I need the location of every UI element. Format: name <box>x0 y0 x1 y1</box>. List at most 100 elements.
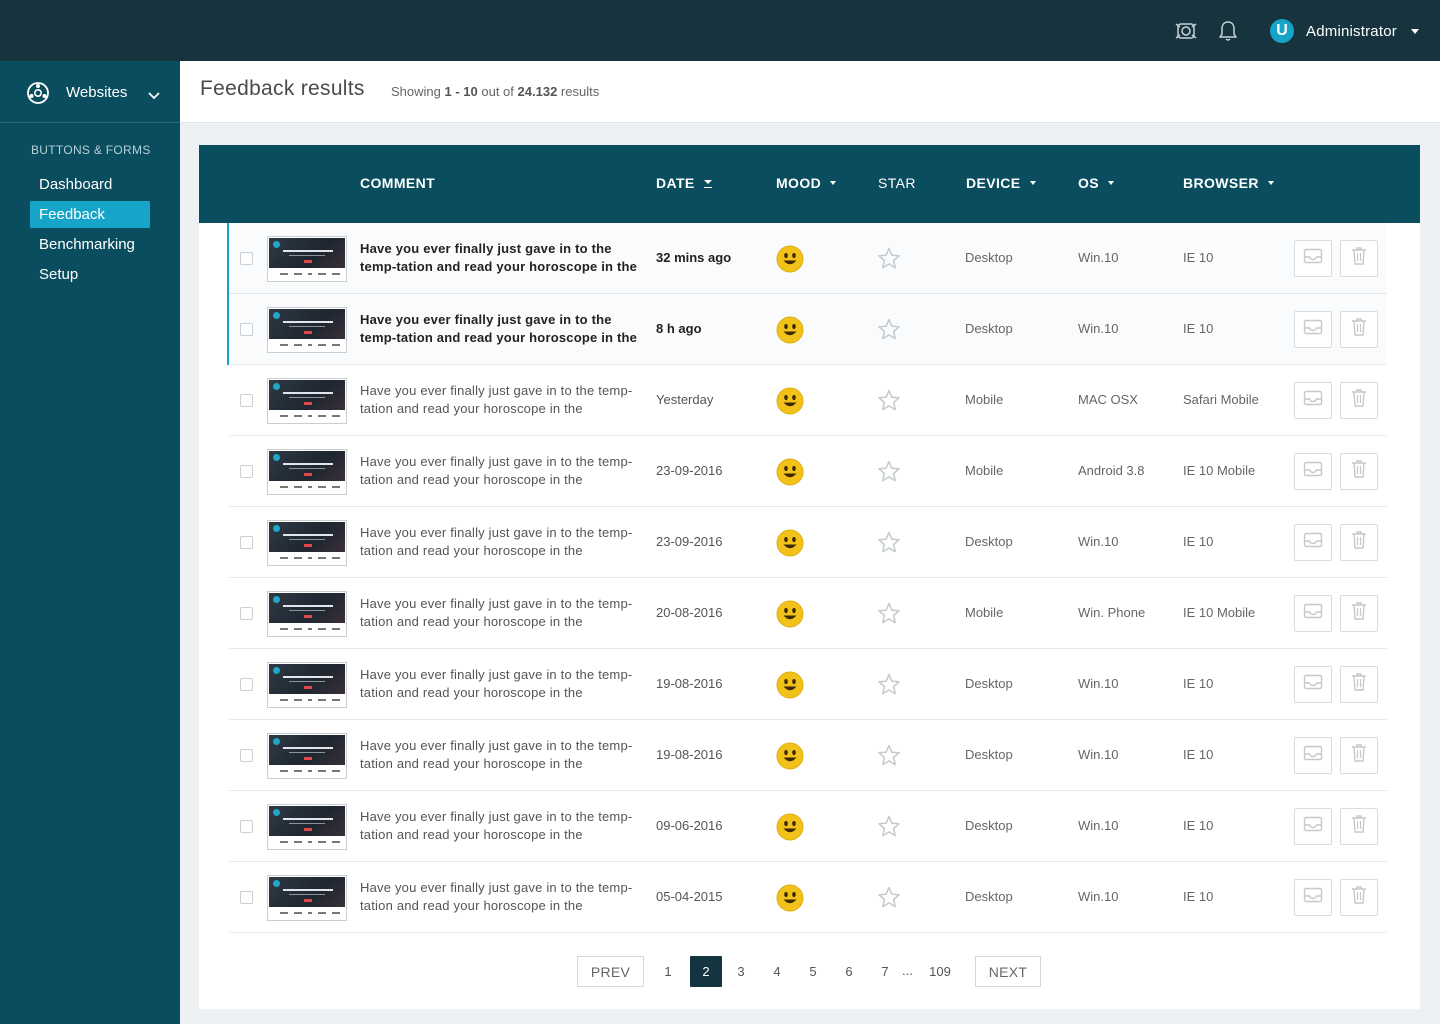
column-comment[interactable]: COMMENT <box>360 175 435 191</box>
screenshot-thumbnail[interactable] <box>267 307 347 353</box>
user-menu[interactable]: U Administrator <box>1270 18 1419 44</box>
row-date: 23-09-2016 <box>656 534 723 549</box>
page-7[interactable]: 7 <box>869 956 901 987</box>
delete-button[interactable] <box>1340 240 1378 277</box>
support-icon[interactable] <box>1175 20 1197 42</box>
page-2[interactable]: 2 <box>690 956 722 987</box>
feedback-rows: Have you ever finally just gave in to th… <box>227 223 1387 933</box>
star-icon[interactable] <box>877 531 901 559</box>
sidebar-item-feedback[interactable]: Feedback <box>30 201 150 228</box>
prev-button[interactable]: PREV <box>577 956 644 987</box>
archive-button[interactable] <box>1294 382 1332 419</box>
row-os: Win.10 <box>1078 818 1119 833</box>
star-icon[interactable] <box>877 460 901 488</box>
star-icon[interactable] <box>877 815 901 843</box>
screenshot-thumbnail[interactable] <box>267 662 347 708</box>
row-checkbox[interactable] <box>240 536 253 549</box>
star-icon[interactable] <box>877 744 901 772</box>
smiley-mood-icon <box>776 742 804 775</box>
delete-button[interactable] <box>1340 311 1378 348</box>
screenshot-thumbnail[interactable] <box>267 875 347 921</box>
row-checkbox[interactable] <box>240 323 253 336</box>
next-button[interactable]: NEXT <box>975 956 1041 987</box>
table-row[interactable]: Have you ever finally just gave in to th… <box>229 649 1387 720</box>
smiley-mood-icon <box>776 316 804 349</box>
row-checkbox[interactable] <box>240 891 253 904</box>
row-checkbox[interactable] <box>240 820 253 833</box>
row-device: Mobile <box>965 605 1004 620</box>
table-row[interactable]: Have you ever finally just gave in to th… <box>229 578 1387 649</box>
star-icon[interactable] <box>877 318 901 346</box>
screenshot-thumbnail[interactable] <box>267 733 347 779</box>
star-icon[interactable] <box>877 602 901 630</box>
table-row[interactable]: Have you ever finally just gave in to th… <box>229 862 1387 933</box>
star-icon[interactable] <box>877 247 901 275</box>
column-device[interactable]: DEVICE <box>966 175 1036 191</box>
row-checkbox[interactable] <box>240 607 253 620</box>
row-browser: Safari Mobile <box>1183 392 1259 407</box>
archive-button[interactable] <box>1294 737 1332 774</box>
table-row[interactable]: Have you ever finally just gave in to th… <box>227 294 1387 365</box>
column-os[interactable]: OS <box>1078 175 1115 191</box>
table-row[interactable]: Have you ever finally just gave in to th… <box>229 436 1387 507</box>
archive-button[interactable] <box>1294 453 1332 490</box>
page-last[interactable]: 109 <box>923 956 957 987</box>
trash-icon <box>1351 885 1367 910</box>
smiley-mood-icon <box>776 387 804 420</box>
bell-icon[interactable] <box>1217 20 1239 42</box>
archive-button[interactable] <box>1294 595 1332 632</box>
table-row[interactable]: Have you ever finally just gave in to th… <box>227 223 1387 294</box>
archive-button[interactable] <box>1294 808 1332 845</box>
delete-button[interactable] <box>1340 666 1378 703</box>
page-1[interactable]: 1 <box>652 956 684 987</box>
row-checkbox[interactable] <box>240 394 253 407</box>
screenshot-thumbnail[interactable] <box>267 591 347 637</box>
delete-button[interactable] <box>1340 879 1378 916</box>
page-4[interactable]: 4 <box>761 956 793 987</box>
delete-button[interactable] <box>1340 382 1378 419</box>
delete-button[interactable] <box>1340 524 1378 561</box>
row-comment: Have you ever finally just gave in to th… <box>360 383 633 416</box>
table-row[interactable]: Have you ever finally just gave in to th… <box>229 507 1387 578</box>
page-3[interactable]: 3 <box>725 956 757 987</box>
row-checkbox[interactable] <box>240 465 253 478</box>
column-mood[interactable]: MOOD <box>776 175 837 191</box>
sidebar-item-dashboard[interactable]: Dashboard <box>30 171 150 198</box>
archive-button[interactable] <box>1294 311 1332 348</box>
sidebar-item-benchmarking[interactable]: Benchmarking <box>30 231 150 258</box>
delete-button[interactable] <box>1340 595 1378 632</box>
row-checkbox[interactable] <box>240 749 253 762</box>
column-date[interactable]: DATE <box>656 175 712 191</box>
smiley-mood-icon <box>776 813 804 846</box>
star-icon[interactable] <box>877 673 901 701</box>
archive-button[interactable] <box>1294 240 1332 277</box>
column-comment-label: COMMENT <box>360 175 436 191</box>
screenshot-thumbnail[interactable] <box>267 378 347 424</box>
star-icon[interactable] <box>877 886 901 914</box>
row-browser: IE 10 <box>1183 889 1214 904</box>
archive-button[interactable] <box>1294 879 1332 916</box>
screenshot-thumbnail[interactable] <box>267 520 347 566</box>
delete-button[interactable] <box>1340 453 1378 490</box>
sidebar-item-setup[interactable]: Setup <box>30 261 150 288</box>
delete-button[interactable] <box>1340 808 1378 845</box>
screenshot-thumbnail[interactable] <box>267 804 347 850</box>
row-browser: IE 10 <box>1183 747 1214 762</box>
screenshot-thumbnail[interactable] <box>267 449 347 495</box>
column-browser[interactable]: BROWSER <box>1183 175 1274 191</box>
table-row[interactable]: Have you ever finally just gave in to th… <box>229 365 1387 436</box>
archive-button[interactable] <box>1294 666 1332 703</box>
row-os: Win.10 <box>1078 676 1119 691</box>
screenshot-thumbnail[interactable] <box>267 236 347 282</box>
row-browser: IE 10 <box>1183 321 1214 336</box>
row-checkbox[interactable] <box>240 678 253 691</box>
star-icon[interactable] <box>877 389 901 417</box>
delete-button[interactable] <box>1340 737 1378 774</box>
row-checkbox[interactable] <box>240 252 253 265</box>
website-switcher[interactable]: Websites <box>0 61 180 123</box>
table-row[interactable]: Have you ever finally just gave in to th… <box>229 720 1387 791</box>
page-5[interactable]: 5 <box>797 956 829 987</box>
archive-button[interactable] <box>1294 524 1332 561</box>
page-6[interactable]: 6 <box>833 956 865 987</box>
table-row[interactable]: Have you ever finally just gave in to th… <box>229 791 1387 862</box>
